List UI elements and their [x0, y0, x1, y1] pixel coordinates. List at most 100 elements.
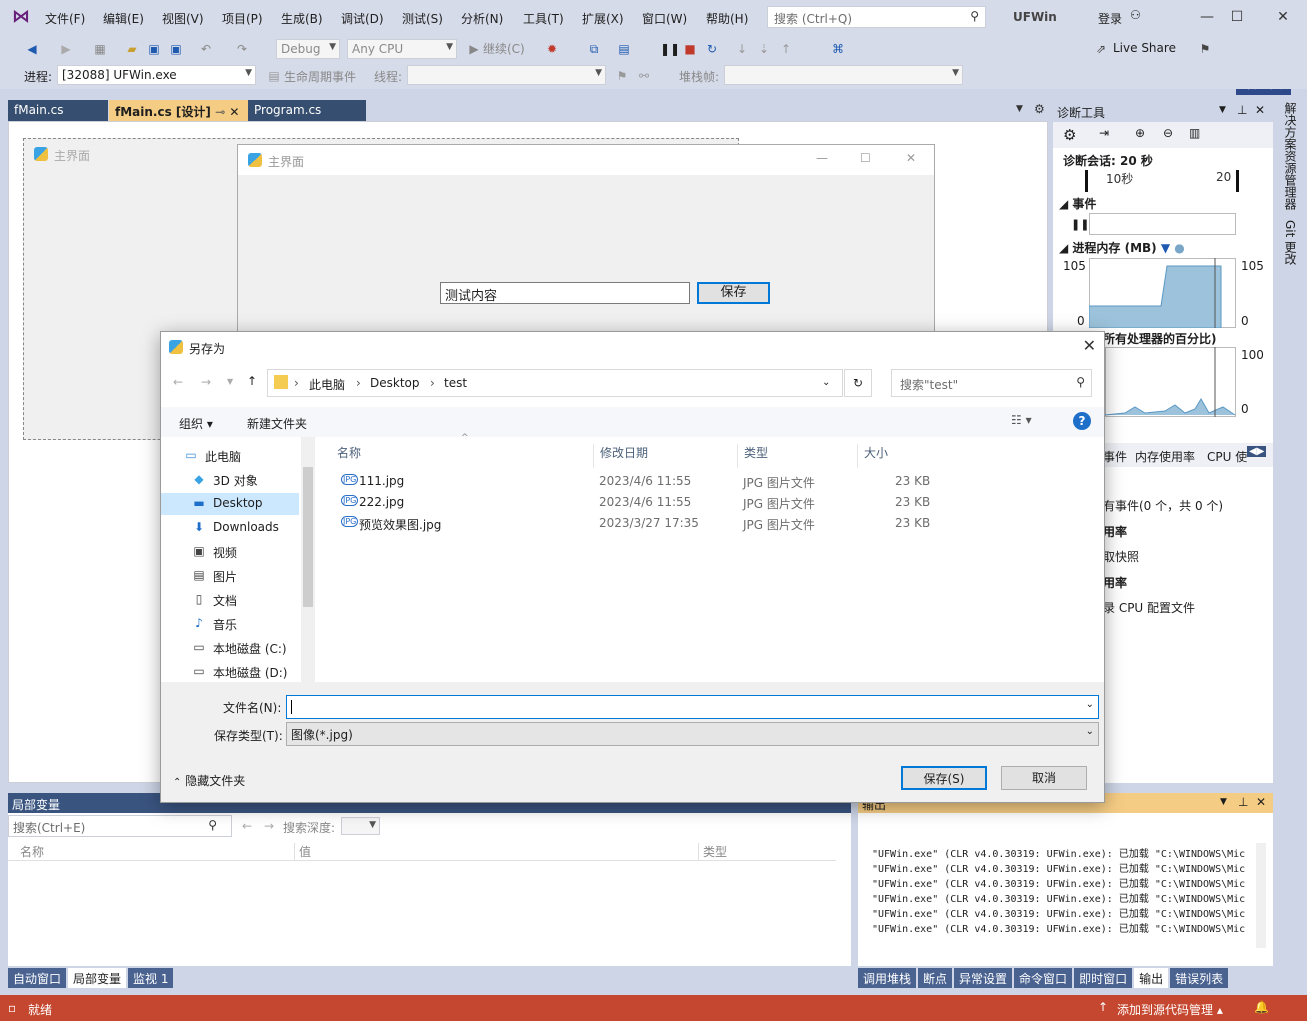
dialog-cancel-button[interactable]: 取消	[1001, 766, 1087, 790]
tab-settings-gear-icon[interactable]: ⚙	[1034, 102, 1045, 116]
tab-immediate-window[interactable]: 即时窗口	[1074, 968, 1133, 988]
settings-gear-icon[interactable]: ⚙	[1063, 126, 1076, 144]
column-name[interactable]: 名称	[337, 444, 361, 461]
back-icon[interactable]: ◀	[24, 41, 40, 57]
live-share-icon[interactable]: ⇗	[1093, 41, 1109, 57]
subtab-events[interactable]: 事件	[1103, 448, 1127, 465]
view-options-icon[interactable]: ☷ ▾	[1011, 413, 1032, 427]
file-row[interactable]: JPG 预览效果图.jpg 2023/3/27 17:35 JPG 图片文件 2…	[337, 513, 1097, 534]
pin-icon[interactable]: ⊥	[1238, 795, 1248, 809]
events-section[interactable]: ◢ 事件	[1059, 195, 1096, 212]
filetype-select[interactable]: 图像(*.jpg) ⌄	[286, 722, 1099, 746]
platform-select[interactable]: Any CPU ▼	[347, 39, 457, 59]
menu-view[interactable]: 视图(V)	[162, 10, 204, 27]
nav-drive-c[interactable]: ▭ 本地磁盘 (C:)	[161, 637, 299, 659]
take-snapshot-link[interactable]: 取快照	[1103, 548, 1139, 565]
breadcrumb-desktop[interactable]: Desktop	[370, 376, 420, 390]
nav-3d-objects[interactable]: ◆ 3D 对象	[161, 469, 299, 491]
thread-select[interactable]: ▼	[407, 65, 606, 85]
refresh-icon[interactable]: ↻	[844, 369, 872, 397]
tab-program-cs[interactable]: Program.cs	[248, 100, 366, 121]
layout-icon[interactable]: ▤	[616, 41, 632, 57]
chart-icon[interactable]: ▥	[1189, 126, 1200, 140]
nav-music[interactable]: ♪ 音乐	[161, 613, 299, 635]
pin-icon[interactable]: ⊥	[1237, 103, 1247, 117]
open-folder-icon[interactable]: ▰	[124, 41, 140, 57]
recent-locations-icon[interactable]: ▼	[227, 377, 233, 386]
lifecycle-events[interactable]: 生命周期事件	[284, 68, 356, 85]
undo-icon[interactable]: ↶	[198, 41, 214, 57]
nav-drive-d[interactable]: ▭ 本地磁盘 (D:)	[161, 661, 299, 683]
redo-icon[interactable]: ↷	[234, 41, 250, 57]
solution-explorer-tab[interactable]: 解决方案资源管理器	[1282, 102, 1299, 210]
panel-close-icon[interactable]: ✕	[1256, 795, 1266, 809]
menu-file[interactable]: 文件(F)	[45, 10, 85, 27]
tab-error-list[interactable]: 错误列表	[1170, 968, 1229, 988]
close-button[interactable]: ✕	[1268, 6, 1298, 28]
tab-locals[interactable]: 局部变量	[68, 968, 127, 988]
breakpoint-icon[interactable]: ⌘	[830, 41, 846, 57]
thread-filter-icon[interactable]: ⚯	[636, 68, 652, 84]
menu-help[interactable]: 帮助(H)	[706, 10, 748, 27]
column-value[interactable]: 值	[294, 843, 311, 860]
nav-videos[interactable]: ▣ 视频	[161, 541, 299, 563]
stop-icon[interactable]: ■	[682, 41, 698, 57]
breadcrumb-this-pc[interactable]: 此电脑	[309, 376, 345, 393]
column-type[interactable]: 类型	[698, 843, 727, 860]
dialog-close-icon[interactable]: ✕	[1083, 336, 1096, 355]
hot-reload-icon[interactable]: ✹	[544, 41, 560, 57]
zoom-out-icon[interactable]: ⊖	[1163, 126, 1173, 140]
tab-breakpoints[interactable]: 断点	[918, 968, 953, 988]
continue-icon[interactable]: ▶	[466, 41, 482, 57]
close-tab-icon[interactable]: ✕	[229, 105, 239, 119]
nav-documents[interactable]: ▯ 文档	[161, 589, 299, 611]
form-maximize-icon[interactable]: ☐	[860, 151, 871, 165]
zoom-in-icon[interactable]: ⊕	[1135, 126, 1145, 140]
menu-tools[interactable]: 工具(T)	[523, 10, 564, 27]
add-to-source-control[interactable]: 添加到源代码管理 ▴	[1117, 1001, 1223, 1018]
tab-fmain-cs[interactable]: fMain.cs	[8, 100, 108, 121]
forward-arrow-icon[interactable]: →	[264, 819, 274, 833]
browser-link-icon[interactable]: ⧉	[586, 41, 602, 57]
nav-scroll-thumb[interactable]	[303, 467, 313, 607]
flag-icon[interactable]: ⚑	[614, 68, 630, 84]
lifecycle-icon[interactable]: ▤	[266, 68, 282, 84]
pin-icon[interactable]: ⊸	[215, 105, 225, 119]
subtab-cpu[interactable]: CPU 使	[1207, 448, 1247, 465]
nav-scrollbar[interactable]	[301, 437, 315, 682]
nav-forward-icon[interactable]: →	[201, 375, 211, 389]
menu-analyze[interactable]: 分析(N)	[461, 10, 503, 27]
timeline-ruler[interactable]: 10秒 20	[1085, 170, 1239, 192]
notification-bell-icon[interactable]: 🔔	[1254, 1000, 1269, 1014]
memory-section[interactable]: ◢ 进程内存 (MB) ▼ ●	[1059, 239, 1185, 256]
column-name[interactable]: 名称	[20, 843, 44, 860]
panel-dropdown-icon[interactable]: ▼	[1219, 105, 1226, 115]
column-date[interactable]: 修改日期	[593, 444, 648, 468]
nav-downloads[interactable]: ⬇ Downloads	[161, 517, 299, 539]
locals-search-input[interactable]: 搜索(Ctrl+E) ⚲	[8, 815, 232, 837]
search-input[interactable]: 搜索 (Ctrl+Q) ⚲	[767, 6, 986, 28]
menu-project[interactable]: 项目(P)	[222, 10, 263, 27]
nav-pictures[interactable]: ▤ 图片	[161, 565, 299, 587]
live-share-button[interactable]: Live Share	[1113, 41, 1176, 55]
restart-icon[interactable]: ↻	[704, 41, 720, 57]
git-changes-tab[interactable]: Git 更改	[1282, 220, 1299, 265]
organize-menu[interactable]: 组织 ▾	[179, 415, 213, 432]
address-bar[interactable]: › 此电脑 › Desktop › test ⌄	[267, 369, 843, 397]
form-close-icon[interactable]: ✕	[906, 151, 916, 165]
subtab-scroll-arrows[interactable]: ◀▶	[1247, 446, 1267, 457]
tab-output[interactable]: 输出	[1134, 968, 1169, 988]
maximize-button[interactable]: ☐	[1222, 6, 1252, 28]
export-icon[interactable]: ⇥	[1099, 126, 1109, 140]
process-select[interactable]: [32088] UFWin.exe ▼	[57, 65, 256, 85]
new-folder-button[interactable]: 新建文件夹	[247, 415, 307, 432]
tab-exception-settings[interactable]: 异常设置	[954, 968, 1013, 988]
file-row[interactable]: JPG 222.jpg 2023/4/6 11:55 JPG 图片文件 23 K…	[337, 492, 1097, 513]
panel-close-icon[interactable]: ✕	[1255, 103, 1265, 117]
help-icon[interactable]: ?	[1073, 412, 1091, 430]
tab-command-window[interactable]: 命令窗口	[1014, 968, 1073, 988]
menu-build[interactable]: 生成(B)	[281, 10, 323, 27]
content-textbox[interactable]: 测试内容	[440, 282, 690, 304]
filename-input[interactable]: ⌄	[286, 695, 1099, 719]
output-scrollbar[interactable]	[1256, 843, 1266, 948]
